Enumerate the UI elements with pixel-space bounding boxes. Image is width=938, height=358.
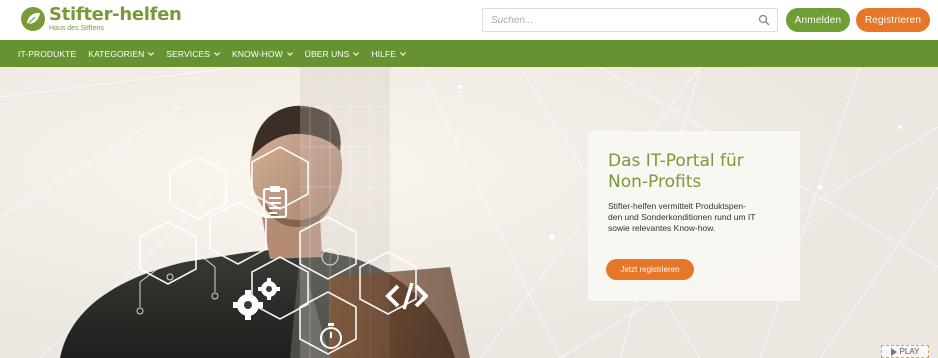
chevron-down-icon — [400, 51, 406, 56]
nav-item-label: KATEGORIEN — [88, 48, 145, 59]
hero-section: Das IT-Portal für Non-Profits Stifter-he… — [0, 67, 938, 358]
nav-item-label: IT-PRODUKTE — [18, 48, 77, 59]
register-now-button[interactable]: Jetzt registrieren — [606, 259, 694, 280]
hero-description: Stifter-helfen vermittelt Produktspen- d… — [608, 201, 780, 234]
nav-item-know-how[interactable]: KNOW-HOW — [232, 49, 293, 59]
nav-item-label: KNOW-HOW — [232, 48, 283, 59]
nav-item-label: HILFE — [371, 48, 397, 59]
stopwatch-icon — [320, 323, 342, 349]
hero-title-line: Das IT-Portal für — [608, 151, 744, 171]
logo-subtitle: Haus des Stiftens — [49, 25, 104, 32]
hero-title: Das IT-Portal für Non-Profits — [608, 151, 780, 193]
chevron-down-icon — [214, 51, 220, 56]
search-input[interactable] — [483, 9, 743, 31]
hero-description-line: sowie relevantes Know-how. — [608, 223, 716, 233]
nav-item-kategorien[interactable]: KATEGORIEN — [88, 48, 155, 59]
search-box — [482, 8, 778, 32]
nav-item-hilfe[interactable]: HILFE — [371, 49, 406, 59]
hero-card: Das IT-Portal für Non-Profits Stifter-he… — [588, 131, 800, 301]
main-nav: IT-PRODUKTE KATEGORIEN SERVICES KNOW-HOW… — [0, 40, 938, 67]
play-icon — [890, 347, 897, 356]
logo-title: Stifter-helfen — [49, 4, 182, 25]
chevron-down-icon — [148, 51, 155, 56]
play-button[interactable]: PLAY — [881, 345, 929, 358]
hero-title-line: Non-Profits — [608, 172, 702, 192]
chevron-down-icon — [353, 51, 360, 56]
nav-item-label: ÜBER UNS — [304, 48, 350, 59]
logo-leaf-icon — [21, 7, 45, 31]
nav-item-ueber-uns[interactable]: ÜBER UNS — [305, 49, 360, 59]
hero-description-line: Stifter-helfen vermittelt Produktspen- — [608, 201, 746, 211]
code-icon — [385, 282, 428, 310]
site-header: Stifter-helfen Haus des Stiftens Anmelde… — [0, 0, 938, 40]
nav-item-label: SERVICES — [166, 48, 210, 59]
register-button[interactable]: Registrieren — [856, 8, 930, 32]
nav-item-services[interactable]: SERVICES — [166, 49, 220, 59]
nav-item-it-produkte[interactable]: IT-PRODUKTE — [18, 49, 76, 59]
hero-description-line: den und Sonderkonditionen rund um IT — [608, 212, 756, 222]
logo[interactable]: Stifter-helfen Haus des Stiftens — [20, 6, 182, 32]
play-label: PLAY — [899, 347, 920, 356]
gears-icon — [233, 278, 280, 320]
login-button[interactable]: Anmelden — [786, 8, 850, 32]
search-icon[interactable] — [758, 14, 770, 26]
chevron-down-icon — [286, 51, 293, 56]
clipboard-icon — [262, 186, 288, 219]
